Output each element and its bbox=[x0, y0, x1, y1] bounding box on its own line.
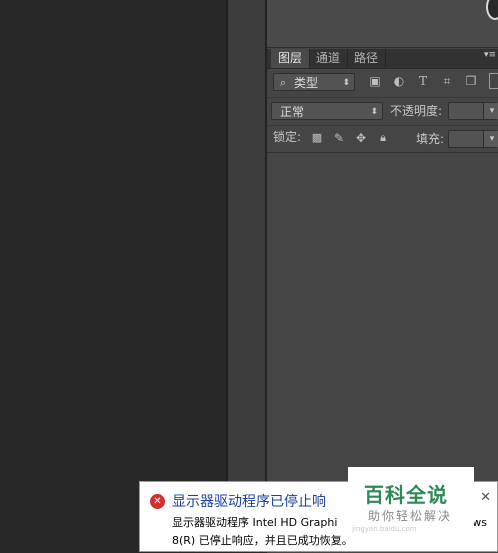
chevron-updown-icon: ⬍ bbox=[370, 107, 378, 117]
fill-input[interactable]: ▾ bbox=[448, 130, 498, 148]
filter-kind-select[interactable]: ⌕ 类型 ⬍ bbox=[273, 73, 355, 91]
tab-channels[interactable]: 通道 bbox=[309, 49, 348, 68]
lock-position-icon[interactable]: ✥ bbox=[353, 130, 369, 146]
chevron-updown-icon: ⬍ bbox=[342, 78, 350, 88]
image-filter-icon[interactable]: ▣ bbox=[367, 73, 383, 89]
panel-menu-icon[interactable]: ▾≡ bbox=[484, 51, 496, 60]
chevron-down-icon[interactable]: ▾ bbox=[483, 103, 498, 119]
tab-paths[interactable]: 路径 bbox=[347, 49, 386, 68]
blend-row: 正常 ⬍ 不透明度: ▾ bbox=[267, 97, 498, 124]
layer-filter-row: ⌕ 类型 ⬍ ▣ ◐ T ⌗ ❐ bbox=[267, 69, 498, 95]
error-icon: ✕ bbox=[150, 494, 165, 509]
fill-label: 填充: bbox=[416, 132, 445, 146]
document-canvas-area[interactable] bbox=[0, 0, 226, 552]
filter-toggle-icon[interactable] bbox=[489, 73, 498, 89]
shape-filter-icon[interactable]: ⌗ bbox=[439, 73, 455, 89]
upper-panel bbox=[267, 0, 498, 48]
lock-paint-icon[interactable]: ✎ bbox=[331, 130, 347, 146]
cursor-ring-icon bbox=[486, 0, 498, 20]
blend-mode-select[interactable]: 正常 ⬍ bbox=[271, 102, 383, 120]
type-filter-icon[interactable]: T bbox=[415, 73, 431, 89]
adjustment-filter-icon[interactable]: ◐ bbox=[391, 73, 407, 89]
notification-body-line1: 显示器驱动程序 Intel HD Graphi bbox=[172, 516, 338, 529]
lock-transparent-icon[interactable]: ▩ bbox=[309, 130, 325, 146]
panel-tab-bar: 图层 通道 路径 ▾≡ bbox=[267, 49, 498, 69]
tab-layers[interactable]: 图层 bbox=[271, 49, 310, 68]
chevron-down-icon[interactable]: ▾ bbox=[483, 131, 498, 147]
close-icon[interactable]: ✕ bbox=[480, 490, 491, 505]
lock-all-icon[interactable]: 🔒︎ bbox=[375, 130, 391, 146]
watermark-url: jingyan.baidu.com bbox=[352, 525, 417, 533]
notification-body-tail: ws bbox=[472, 516, 487, 529]
notification-title: 显示器驱动程序已停止响 bbox=[172, 494, 326, 510]
notification-body-line2: 8(R) 已停止响应，并且已成功恢复。 bbox=[172, 534, 353, 547]
watermark-logo: 百科全说 助你轻松解决 jingyan.baidu.com bbox=[348, 467, 474, 533]
collapsed-panel-dock[interactable] bbox=[228, 0, 266, 552]
opacity-label: 不透明度: bbox=[390, 104, 443, 118]
opacity-input[interactable]: ▾ bbox=[448, 102, 498, 120]
search-icon: ⌕ bbox=[280, 76, 287, 89]
blend-mode-value: 正常 bbox=[280, 105, 305, 119]
lock-row: 锁定: ▩ ✎ ✥ 🔒︎ 填充: ▾ bbox=[267, 125, 498, 152]
lock-label: 锁定: bbox=[273, 130, 302, 144]
watermark-subtitle: 助你轻松解决 bbox=[368, 509, 453, 523]
smart-object-filter-icon[interactable]: ❐ bbox=[463, 73, 479, 89]
filter-kind-value: 类型 bbox=[294, 76, 319, 90]
watermark-title: 百科全说 bbox=[364, 483, 448, 507]
